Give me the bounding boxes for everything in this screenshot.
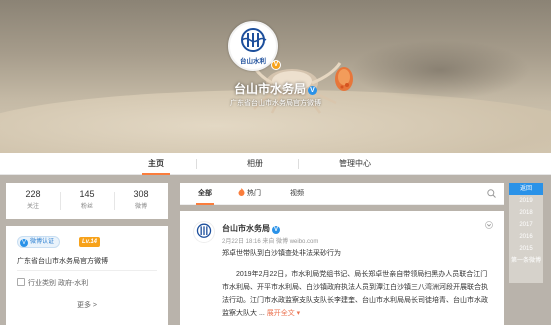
verified-icon: V (308, 86, 317, 95)
fire-icon (238, 188, 245, 196)
divider (17, 270, 157, 271)
chevron-down-icon[interactable] (485, 221, 493, 229)
stat-label: 关注 (26, 204, 39, 210)
timeline-item[interactable]: 2018 (509, 207, 543, 219)
stat-value: 228 (25, 189, 41, 199)
verify-badge[interactable]: V 微博认证 (17, 236, 61, 248)
stat-following[interactable]: 228 关注 (6, 183, 60, 210)
post-body: 2019年2月22日，市水利局党组书记、局长郑卓世亲自带领局扫黑办人员联合江门市… (222, 268, 494, 320)
stat-followers[interactable]: 145 粉丝 (60, 183, 114, 210)
tab-album[interactable]: 相册 (240, 153, 270, 175)
industry-row: 行业类别 政府-水利 (17, 278, 88, 288)
feed-tabs: 全部 热门 视频 (180, 183, 504, 205)
weibo-post: 台山市水务局 V 2月22日 18:16 来自 微博 weibo.com 郑卓世带… (180, 211, 504, 325)
tab-home[interactable]: 主页 (142, 153, 170, 175)
timeline-item[interactable]: 第一条微博 (509, 255, 543, 267)
feed-tab-hot-label: 热门 (247, 190, 261, 197)
timeline-item[interactable]: 2017 (509, 219, 543, 231)
expand-link[interactable]: 展开全文 ▾ (267, 310, 300, 317)
post-title: 郑卓世带队到白沙镇查处非法采砂行为 (222, 250, 341, 257)
more-link[interactable]: 更多 > (6, 300, 168, 310)
stats-panel: 228 关注 145 粉丝 308 微博 (6, 183, 168, 219)
post-body-text: 2019年2月22日，市水利局党组书记、局长郑卓世亲自带领局扫黑办人员联合江门市… (222, 271, 488, 317)
verified-icon: V (272, 226, 280, 234)
profile-name: 台山市水务局 (233, 82, 306, 96)
avatar-text: 台山水利 (240, 56, 267, 65)
cover-banner (0, 0, 551, 153)
feed-tab-hot[interactable]: 热门 (238, 183, 261, 205)
profile-tabbar: 主页 相册 管理中心 (0, 153, 551, 175)
timeline-item[interactable]: 返回 (509, 183, 543, 195)
tab-manage[interactable]: 管理中心 (330, 153, 380, 175)
tab-divider (298, 159, 299, 169)
briefcase-icon (17, 278, 25, 286)
stat-label: 微博 (134, 204, 147, 210)
verified-icon: V (20, 239, 28, 247)
profile-name-heading: 台山市水务局 V (0, 80, 551, 97)
search-icon[interactable] (487, 189, 496, 198)
post-meta: 2月22日 18:16 来自 微博 weibo.com (222, 239, 319, 245)
verify-label: 微博认证 (30, 239, 55, 245)
timeline-nav: 返回 2019 2018 2017 2016 2015 第一条微博 (509, 183, 543, 283)
feed-tab-all[interactable]: 全部 (196, 183, 214, 205)
stat-value: 308 (133, 189, 149, 199)
profile-description: 广东省台山市水务局官方微博 (230, 100, 321, 107)
stat-posts[interactable]: 308 微博 (114, 183, 168, 210)
timeline-item[interactable]: 2015 (509, 243, 543, 255)
timeline-item[interactable]: 2016 (509, 231, 543, 243)
water-logo-icon: 台山水利 (231, 24, 275, 68)
stat-label: 粉丝 (80, 204, 93, 210)
tab-divider (196, 159, 197, 169)
info-description: 广东省台山市水务局官方微博 (17, 258, 108, 265)
level-badge[interactable]: Lv.14 (79, 237, 101, 247)
stat-value: 145 (79, 189, 95, 199)
timeline-item[interactable]: 2019 (509, 195, 543, 207)
feed-tab-video[interactable]: 视频 (290, 183, 304, 205)
info-panel: V 微博认证 Lv.14 广东省台山市水务局官方微博 行业类别 政府-水利 更多 … (6, 226, 168, 325)
industry-text: 行业类别 政府-水利 (28, 280, 89, 287)
post-avatar[interactable] (193, 221, 215, 243)
post-author-name: 台山市水务局 (222, 224, 270, 233)
verified-badge-icon: V (271, 60, 281, 70)
water-logo-icon (196, 223, 212, 238)
post-author[interactable]: 台山市水务局 V (222, 223, 280, 234)
